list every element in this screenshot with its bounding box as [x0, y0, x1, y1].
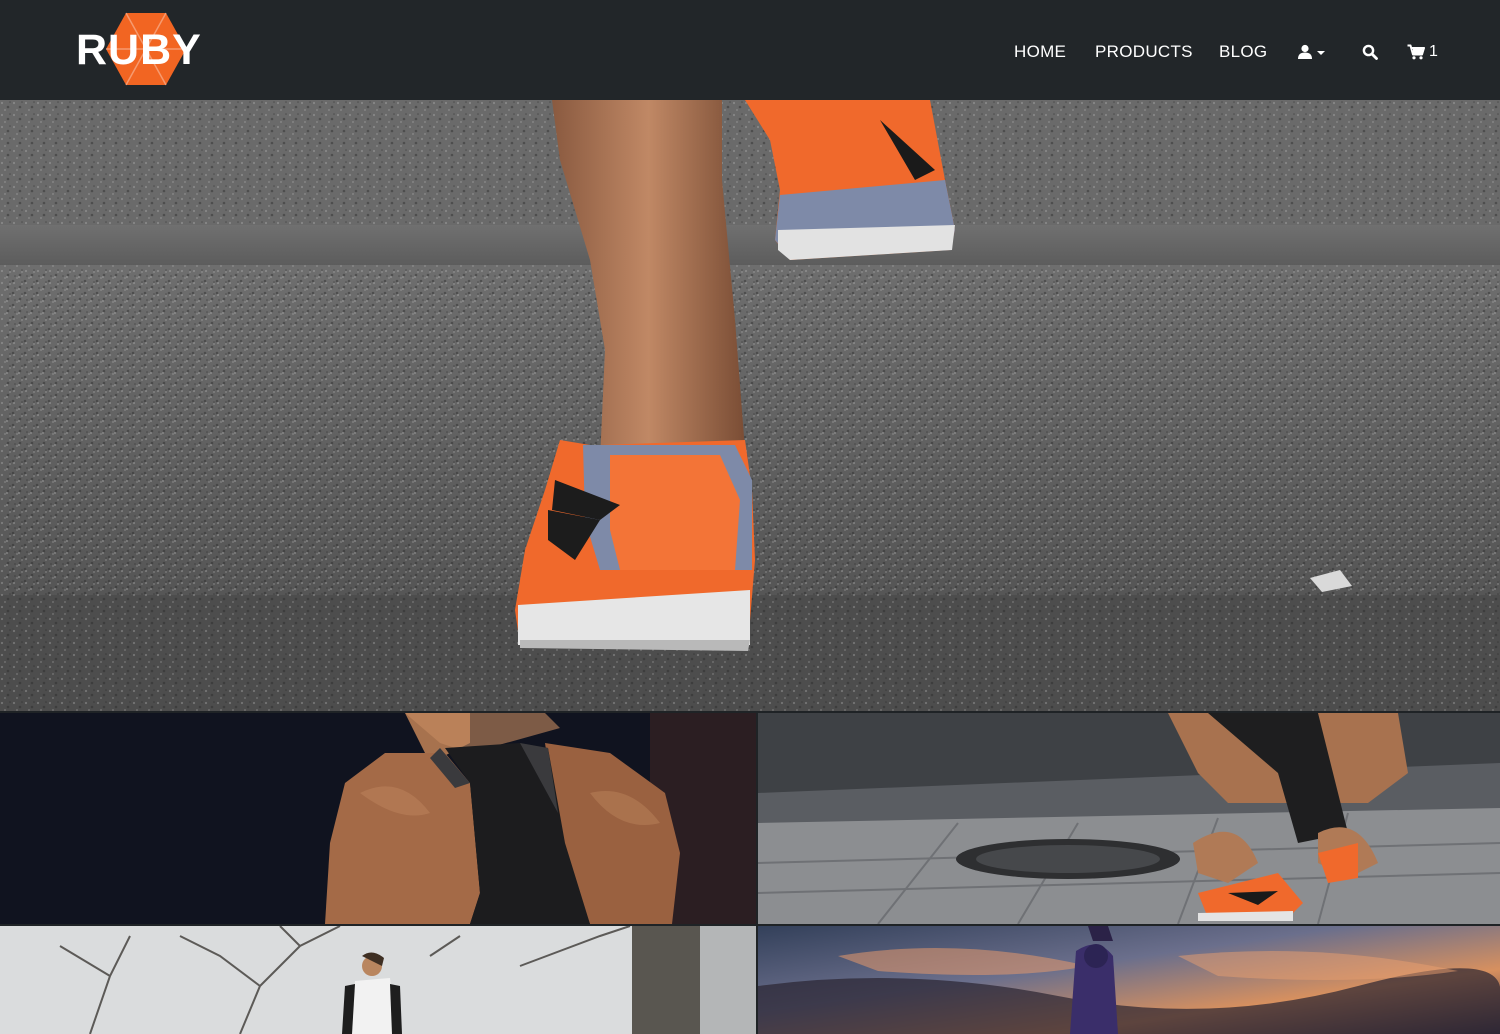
gallery-tile-athlete-back[interactable] — [0, 713, 756, 924]
cart-button[interactable]: 1 — [1407, 40, 1438, 64]
account-menu-toggle[interactable] — [1297, 40, 1326, 64]
search-icon — [1362, 44, 1378, 60]
gallery-tile-forest-run[interactable] — [0, 926, 756, 1034]
top-navbar: RUBY HOME PRODUCTS BLOG 1 — [0, 0, 1500, 100]
gallery-tile-tying-shoe[interactable] — [758, 713, 1500, 924]
caret-down-icon — [1317, 51, 1325, 55]
runner-shoes-stairs-image — [0, 100, 1500, 711]
nav-products-link[interactable]: PRODUCTS — [1095, 40, 1193, 64]
brand-logo[interactable]: RUBY — [74, 10, 219, 88]
runner-sunset-image — [758, 926, 1500, 1034]
nav-blog-link[interactable]: BLOG — [1219, 40, 1267, 64]
shopping-cart-icon — [1407, 44, 1425, 60]
gallery-tile-sunset-run[interactable] — [758, 926, 1500, 1034]
user-icon — [1298, 44, 1312, 59]
hero-image[interactable] — [0, 100, 1500, 711]
athlete-back-image — [0, 713, 756, 924]
search-button[interactable] — [1362, 40, 1378, 64]
woman-running-forest-image — [0, 926, 756, 1034]
cart-count-badge: 1 — [1429, 43, 1438, 60]
logo-text: RUBY — [76, 26, 202, 74]
nav-home-link[interactable]: HOME — [1014, 40, 1066, 64]
runner-tying-shoe-image — [758, 713, 1500, 924]
